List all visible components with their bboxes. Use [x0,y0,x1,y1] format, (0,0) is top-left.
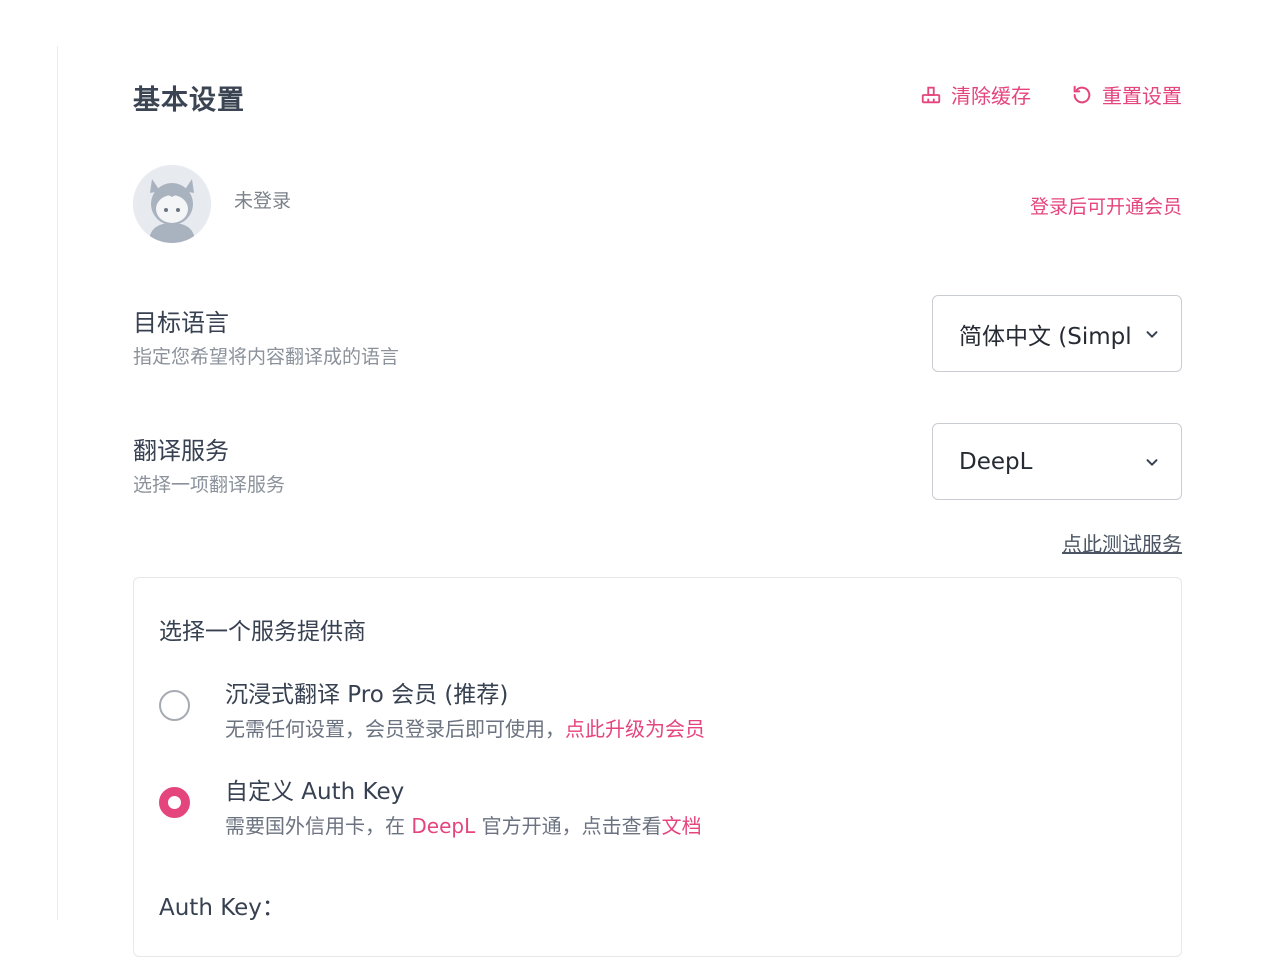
provider-option-custom-key[interactable]: 自定义 Auth Key 需要国外信用卡，在 DeepL 官方开通，点击查看文档 [159,772,1156,852]
translation-service-label: 翻译服务 [133,431,229,466]
provider-option-pro-title: 沉浸式翻译 Pro 会员 (推荐) [225,675,508,709]
translation-service-value: DeepL [959,449,1131,475]
target-language-value: 简体中文 (Simplified Chinese) [959,317,1131,351]
provider-option-custom-key-title: 自定义 Auth Key [225,772,404,806]
translation-service-select[interactable]: DeepL [932,423,1182,500]
chevron-down-icon [1143,325,1161,343]
header-actions: 清除缓存 重置设置 [920,80,1182,109]
broom-icon [920,84,942,106]
settings-page: 基本设置 清除缓存 重置设置 [133,0,1182,920]
provider-radio-custom-key[interactable] [159,787,190,818]
provider-option-custom-key-description: 需要国外信用卡，在 DeepL 官方开通，点击查看文档 [225,810,702,839]
clear-cache-label: 清除缓存 [951,80,1031,109]
provider-radio-pro[interactable] [159,690,190,721]
reset-settings-label: 重置设置 [1102,80,1182,109]
sidebar-divider [57,46,58,920]
target-language-description: 指定您希望将内容翻译成的语言 [133,342,399,369]
reset-settings-button[interactable]: 重置设置 [1071,80,1182,109]
test-service-link[interactable]: 点此测试服务 [1062,528,1182,557]
target-language-select[interactable]: 简体中文 (Simplified Chinese) [932,295,1182,372]
provider-option-pro-desc-text: 无需任何设置，会员登录后即可使用， [225,717,565,741]
docs-link[interactable]: 文档 [662,814,702,838]
target-language-label: 目标语言 [133,303,229,338]
target-language-setting: 目标语言 指定您希望将内容翻译成的语言 简体中文 (Simplified Chi… [133,295,1182,375]
translation-service-description: 选择一项翻译服务 [133,470,285,497]
provider-option-pro[interactable]: 沉浸式翻译 Pro 会员 (推荐) 无需任何设置，会员登录后即可使用，点此升级为… [159,675,1156,755]
auth-key-label: Auth Key： [159,888,285,922]
membership-link[interactable]: 登录后可开通会员 [1030,192,1182,219]
login-status: 未登录 [234,186,291,213]
deepl-link[interactable]: DeepL [411,814,475,838]
provider-card: 选择一个服务提供商 沉浸式翻译 Pro 会员 (推荐) 无需任何设置，会员登录后… [133,577,1182,957]
avatar[interactable] [133,165,211,243]
page-title: 基本设置 [133,78,245,117]
chevron-down-icon [1143,453,1161,471]
custom-key-desc-text: 需要国外信用卡，在 [225,814,411,838]
upgrade-member-link[interactable]: 点此升级为会员 [565,717,705,741]
translation-service-setting: 翻译服务 选择一项翻译服务 DeepL [133,423,1182,503]
avatar-icon [133,165,211,243]
reset-icon [1071,84,1093,106]
settings-header: 基本设置 清除缓存 重置设置 [133,76,1182,112]
clear-cache-button[interactable]: 清除缓存 [920,80,1031,109]
provider-option-pro-description: 无需任何设置，会员登录后即可使用，点此升级为会员 [225,713,705,742]
account-row: 未登录 登录后可开通会员 [133,165,1182,245]
provider-card-title: 选择一个服务提供商 [159,612,366,646]
custom-key-desc-middle: 官方开通，点击查看 [475,814,661,838]
